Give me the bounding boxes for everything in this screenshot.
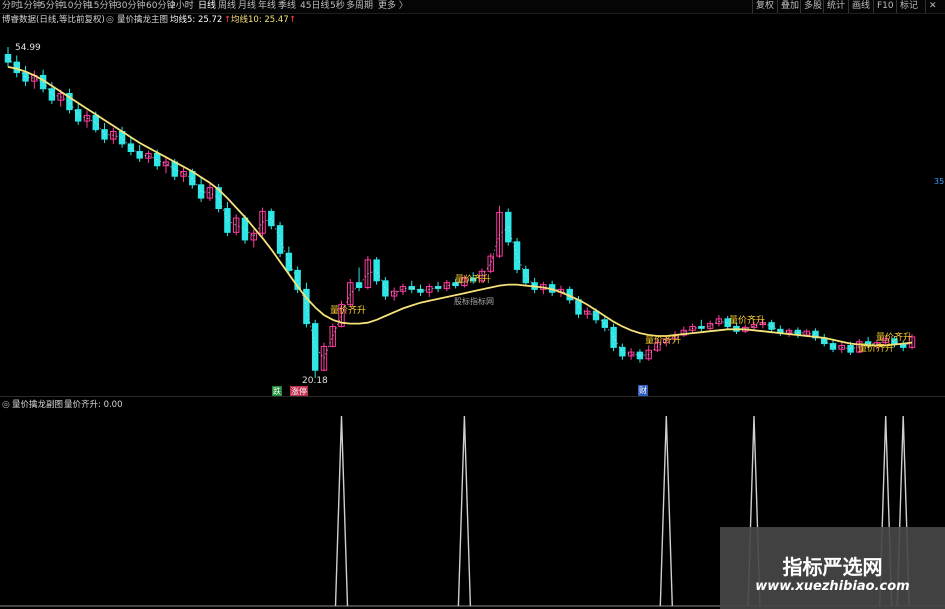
sub-settings-icon[interactable]: ◎ [2,399,10,411]
sub-chart-value: 量价齐升: 0.00 [64,400,123,410]
low-price-label: 20.18 [302,376,328,386]
candle-body [575,299,582,315]
watermark-url: www.xuezhibiao.com [755,579,910,594]
candle-body [619,346,626,357]
signal-label: 量价齐升 [330,306,367,316]
signal-label: 量价齐升 [729,316,766,326]
candle-body [373,259,380,282]
pane-divider[interactable] [0,396,945,397]
sub-spike [457,415,472,607]
candle-body [355,282,363,288]
candle-body [610,326,617,348]
candle-body [382,280,389,297]
candle-body [513,241,521,270]
signal-label: 量价齐升 [455,275,492,285]
center-watermark-text: 股标指标网 [454,297,494,306]
candle-body [241,217,249,241]
right-edge-label: 35 [934,177,945,186]
sub-spike [334,415,349,607]
watermark-title: 指标严选网 [782,555,883,579]
signal-label: 量价齐升 [645,336,682,346]
candle-body [698,325,705,329]
sub-chart-title[interactable]: 量价擒龙副图 [12,399,63,411]
candle-body [311,323,319,371]
candle-body [92,114,99,131]
badge-cai: 财 [638,385,648,396]
high-price-label: 54.99 [15,43,41,53]
signal-label: 量价齐升 [876,333,913,343]
candle-body [48,88,56,101]
candle-body [22,72,29,82]
short-ma-line [7,58,913,360]
candle-body [74,109,82,122]
sub-spike [659,415,673,607]
candle-body [224,208,231,233]
site-watermark: 指标严选网 www.xuezhibiao.com [720,527,945,609]
